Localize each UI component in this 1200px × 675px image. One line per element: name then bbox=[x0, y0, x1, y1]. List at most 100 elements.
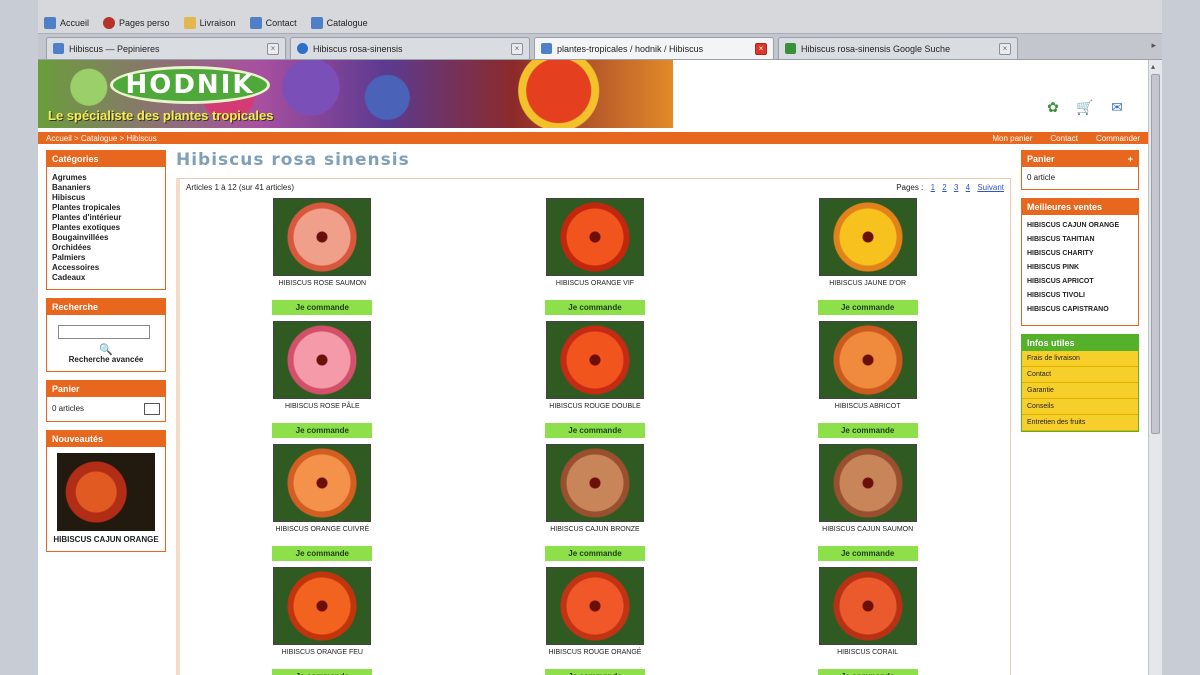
tab-scroll-arrow-icon[interactable]: ▸ bbox=[1151, 40, 1156, 51]
product-image[interactable] bbox=[818, 567, 917, 645]
info-link[interactable]: Conseils bbox=[1022, 399, 1138, 415]
pages-label: Pages : bbox=[896, 183, 924, 192]
order-button[interactable]: Je commande bbox=[272, 546, 373, 561]
nav-link-contact[interactable]: Contact bbox=[1050, 134, 1078, 143]
bookmark-item[interactable]: Livraison bbox=[183, 17, 236, 29]
site-logo[interactable]: HODNIK bbox=[110, 66, 270, 104]
product-name[interactable]: Hibiscus jaune d'or bbox=[731, 280, 1004, 298]
mail-icon[interactable]: ✉ bbox=[1106, 96, 1128, 118]
product-name[interactable]: Hibiscus orange vif bbox=[459, 280, 732, 298]
product-name[interactable]: Hibiscus corail bbox=[731, 649, 1004, 667]
category-link[interactable]: Bougainvillées bbox=[52, 233, 160, 243]
bookmark-label: Livraison bbox=[199, 18, 236, 28]
close-icon[interactable]: × bbox=[755, 42, 767, 55]
product-name[interactable]: Hibiscus abricot bbox=[731, 403, 1004, 421]
bookmark-item[interactable]: Catalogue bbox=[310, 17, 368, 29]
next-page-link[interactable]: Suivant bbox=[977, 183, 1004, 192]
product-name[interactable]: Hibiscus rouge orangé bbox=[459, 649, 732, 667]
order-button[interactable]: Je commande bbox=[817, 300, 918, 315]
product-image[interactable] bbox=[273, 567, 372, 645]
cart-icon[interactable]: 🛒 bbox=[1074, 96, 1096, 118]
order-button[interactable]: Je commande bbox=[544, 669, 645, 675]
advanced-search-link[interactable]: Recherche avancée bbox=[52, 355, 160, 365]
cart-icon[interactable] bbox=[144, 403, 160, 415]
page-link[interactable]: 1 bbox=[931, 183, 935, 192]
product-card: Hibiscus rouge orangé Je commande bbox=[459, 567, 732, 675]
product-image[interactable] bbox=[545, 567, 644, 645]
vertical-scrollbar[interactable]: ▴ bbox=[1148, 60, 1162, 675]
plant-icon[interactable]: ✿ bbox=[1042, 96, 1064, 118]
best-seller-item[interactable]: HIBISCUS TAHITIAN bbox=[1027, 235, 1133, 244]
close-icon[interactable]: × bbox=[267, 42, 279, 55]
order-button[interactable]: Je commande bbox=[817, 546, 918, 561]
search-icon[interactable]: 🔍 bbox=[52, 345, 160, 356]
product-image[interactable] bbox=[273, 321, 372, 399]
close-icon[interactable]: × bbox=[999, 42, 1011, 55]
product-image[interactable] bbox=[818, 198, 917, 276]
product-name[interactable]: Hibiscus rose saumon bbox=[186, 280, 459, 298]
browser-tab-active[interactable]: plantes-tropicales / hodnik / Hibiscus × bbox=[534, 37, 774, 59]
page-link[interactable]: 4 bbox=[966, 183, 970, 192]
browser-tab[interactable]: Hibiscus rosa-sinensis Google Suche × bbox=[778, 37, 1018, 59]
order-button[interactable]: Je commande bbox=[544, 546, 645, 561]
product-image[interactable] bbox=[818, 444, 917, 522]
product-name[interactable]: Hibiscus orange feu bbox=[186, 649, 459, 667]
search-input[interactable] bbox=[58, 325, 150, 339]
best-seller-item[interactable]: HIBISCUS APRICOT bbox=[1027, 277, 1133, 286]
category-link[interactable]: Hibiscus bbox=[52, 193, 160, 203]
category-link[interactable]: Plantes exotiques bbox=[52, 223, 160, 233]
category-link[interactable]: Plantes tropicales bbox=[52, 203, 160, 213]
order-button[interactable]: Je commande bbox=[817, 669, 918, 675]
category-link[interactable]: Plantes d'intérieur bbox=[52, 213, 160, 223]
product-image[interactable] bbox=[545, 198, 644, 276]
browser-tab[interactable]: Hibiscus — Pepinieres × bbox=[46, 37, 286, 59]
best-seller-item[interactable]: HIBISCUS TIVOLI bbox=[1027, 291, 1133, 300]
category-link[interactable]: Accessoires bbox=[52, 263, 160, 273]
category-link[interactable]: Orchidées bbox=[52, 243, 160, 253]
bookmark-item[interactable]: Accueil bbox=[44, 17, 89, 29]
page-link[interactable]: 3 bbox=[954, 183, 958, 192]
info-link[interactable]: Entretien des fruits bbox=[1022, 415, 1138, 431]
category-link[interactable]: Bananiers bbox=[52, 183, 160, 193]
product-image[interactable] bbox=[273, 444, 372, 522]
product-name[interactable]: Hibiscus rouge double bbox=[459, 403, 732, 421]
info-link[interactable]: Contact bbox=[1022, 367, 1138, 383]
nav-link-order[interactable]: Commander bbox=[1096, 134, 1140, 143]
browser-tab[interactable]: Hibiscus rosa-sinensis × bbox=[290, 37, 530, 59]
breadcrumb[interactable]: Accueil > Catalogue > Hibiscus bbox=[46, 134, 157, 143]
page-link[interactable]: 2 bbox=[942, 183, 946, 192]
best-seller-item[interactable]: HIBISCUS PINK bbox=[1027, 263, 1133, 272]
best-seller-item[interactable]: HIBISCUS CAPISTRANO bbox=[1027, 305, 1133, 314]
info-link[interactable]: Garantie bbox=[1022, 383, 1138, 399]
scroll-up-arrow-icon[interactable]: ▴ bbox=[1151, 62, 1155, 71]
promo-product-name[interactable]: HIBISCUS CAJUN ORANGE bbox=[52, 535, 160, 545]
product-image[interactable] bbox=[273, 198, 372, 276]
product-name[interactable]: Hibiscus cajun saumon bbox=[731, 526, 1004, 544]
info-link[interactable]: Frais de livraison bbox=[1022, 351, 1138, 367]
order-button[interactable]: Je commande bbox=[544, 300, 645, 315]
tab-label: Hibiscus rosa-sinensis Google Suche bbox=[801, 43, 951, 54]
order-button[interactable]: Je commande bbox=[817, 423, 918, 438]
order-button[interactable]: Je commande bbox=[544, 423, 645, 438]
scrollbar-thumb[interactable] bbox=[1151, 74, 1160, 434]
expand-icon[interactable]: + bbox=[1128, 154, 1133, 164]
promo-product-image[interactable] bbox=[57, 453, 155, 531]
best-seller-item[interactable]: HIBISCUS CAJUN ORANGE bbox=[1027, 221, 1133, 230]
best-seller-item[interactable]: HIBISCUS CHARITY bbox=[1027, 249, 1133, 258]
order-button[interactable]: Je commande bbox=[272, 300, 373, 315]
nav-link-cart[interactable]: Mon panier bbox=[992, 134, 1032, 143]
category-link[interactable]: Palmiers bbox=[52, 253, 160, 263]
product-name[interactable]: Hibiscus cajun bronze bbox=[459, 526, 732, 544]
close-icon[interactable]: × bbox=[511, 42, 523, 55]
category-link[interactable]: Agrumes bbox=[52, 173, 160, 183]
product-image[interactable] bbox=[545, 444, 644, 522]
product-image[interactable] bbox=[818, 321, 917, 399]
product-name[interactable]: Hibiscus rose pâle bbox=[186, 403, 459, 421]
order-button[interactable]: Je commande bbox=[272, 669, 373, 675]
bookmark-item[interactable]: Pages perso bbox=[103, 17, 170, 29]
bookmark-item[interactable]: Contact bbox=[249, 17, 297, 29]
product-image[interactable] bbox=[545, 321, 644, 399]
product-name[interactable]: Hibiscus orange cuivré bbox=[186, 526, 459, 544]
order-button[interactable]: Je commande bbox=[272, 423, 373, 438]
category-link[interactable]: Cadeaux bbox=[52, 273, 160, 283]
